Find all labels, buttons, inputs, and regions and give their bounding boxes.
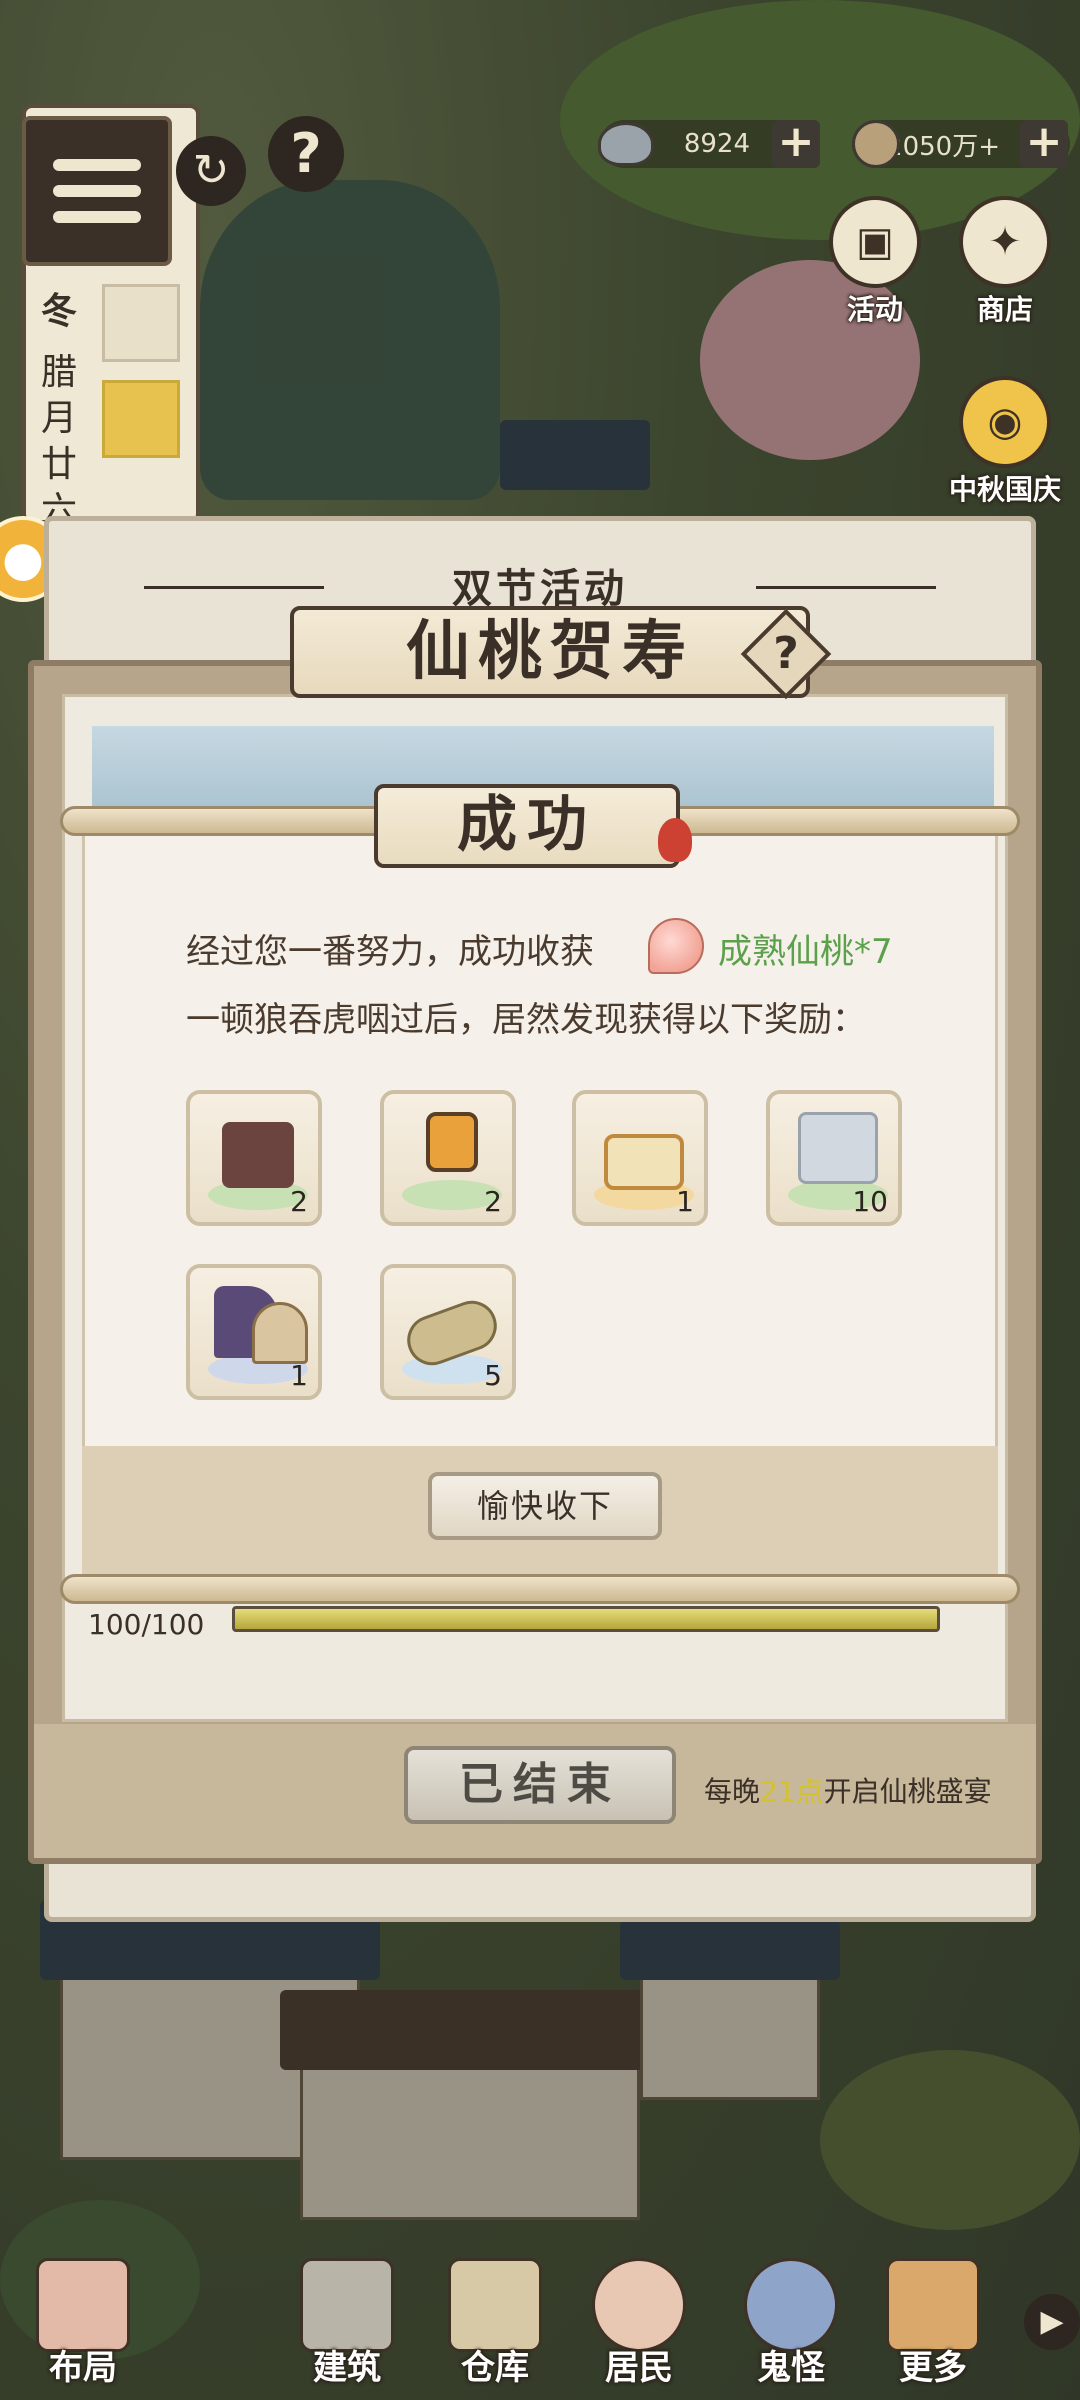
lunar-date: 腊月廿六 [40,352,77,531]
refresh-icon[interactable]: ↻ [176,136,246,206]
shop-icon: ✦ [959,196,1051,288]
main-menu-button[interactable] [22,116,172,266]
bottom-nav: 布局 建筑 仓库 居民 鬼怪 更多 [0,2240,1080,2400]
harvest-item: 成熟仙桃*7 [718,932,893,972]
ended-button[interactable]: 已结束 [404,1746,676,1824]
festival-event-button[interactable]: ◉ 中秋国庆 [930,376,1080,508]
stone-block-icon [798,1112,878,1184]
reward-slot[interactable]: 2 [186,1090,322,1226]
nav-label: 鬼怪 [757,2348,825,2388]
reward-slot[interactable]: 10 [766,1090,902,1226]
copper-coin-icon [852,120,900,168]
silver-amount: 8924 [683,129,750,159]
reward-slot[interactable]: 5 [380,1264,516,1400]
lantern-table-icon [426,1112,478,1172]
calendar-icon: ▣ [829,196,921,288]
dialog-title: 成功 [374,784,680,868]
ore-block-icon [222,1122,294,1188]
coin-amount: 2050万+ [886,131,1000,162]
chevron-right-icon[interactable]: ▶ [1024,2294,1080,2350]
harvest-message: 经过您一番努力，成功收获 [186,932,594,972]
weather-slot[interactable] [102,284,180,362]
progress-fill [235,1609,937,1629]
progress-bar [232,1606,940,1632]
silver-ingot-icon [598,122,654,166]
event-title: 仙桃贺寿 [290,606,810,698]
nav-warehouse[interactable]: 仓库 [430,2240,560,2400]
building-icon [300,2258,394,2352]
nav-spirits[interactable]: 鬼怪 [726,2240,856,2400]
nav-label: 布局 [49,2348,117,2388]
reward-slot[interactable]: 2 [380,1090,516,1226]
activity-label: 活动 [846,293,903,326]
reward-count: 5 [484,1359,502,1392]
feast-time: 21点 [760,1775,824,1808]
nav-buildings[interactable]: 建筑 [282,2240,412,2400]
more-icon [886,2258,980,2352]
lotus-tray-icon [604,1134,684,1190]
reward-count: 2 [290,1185,308,1218]
shop-button[interactable]: ✦ 商店 [950,196,1060,328]
resident-icon [592,2258,686,2352]
mooncake-icon: ◉ [959,376,1051,468]
reward-slot[interactable]: 1 [186,1264,322,1400]
accept-reward-button[interactable]: 愉快收下 [428,1472,662,1540]
nav-label: 更多 [899,2348,967,2388]
nav-residents[interactable]: 居民 [574,2240,704,2400]
nav-layout[interactable]: 布局 [18,2240,148,2400]
reward-message: 一顿狼吞虎咽过后，居然发现获得以下奖励： [186,1000,866,1040]
shop-label: 商店 [976,293,1033,326]
scroll-rod-bottom [60,1574,1020,1604]
activity-button[interactable]: ▣ 活动 [820,196,930,328]
warehouse-icon [448,2258,542,2352]
help-button[interactable]: ? [268,116,344,192]
festival-label: 中秋国庆 [948,473,1061,506]
reward-slot[interactable]: 1 [572,1090,708,1226]
nav-label: 建筑 [313,2348,381,2388]
add-silver-button[interactable]: + [772,120,820,168]
progress-text: 100/100 [88,1608,205,1641]
peach-icon [648,918,704,974]
nav-label: 仓库 [461,2348,529,2388]
red-seal-icon [658,818,692,862]
add-coin-button[interactable]: + [1020,120,1068,168]
bell-icon [252,1302,308,1364]
nav-more[interactable]: 更多 [868,2240,998,2400]
question-icon: ? [773,628,799,679]
season-label: 冬 [40,291,77,332]
reward-count: 2 [484,1185,502,1218]
spirit-icon [744,2258,838,2352]
nav-label: 居民 [605,2348,673,2388]
tool-slot[interactable] [102,380,180,458]
reward-count: 10 [852,1185,888,1218]
reward-count: 1 [676,1185,694,1218]
reward-count: 1 [290,1359,308,1392]
layout-icon [36,2258,130,2352]
feast-schedule-note: 每晚21点开启仙桃盛宴 [704,1775,992,1808]
